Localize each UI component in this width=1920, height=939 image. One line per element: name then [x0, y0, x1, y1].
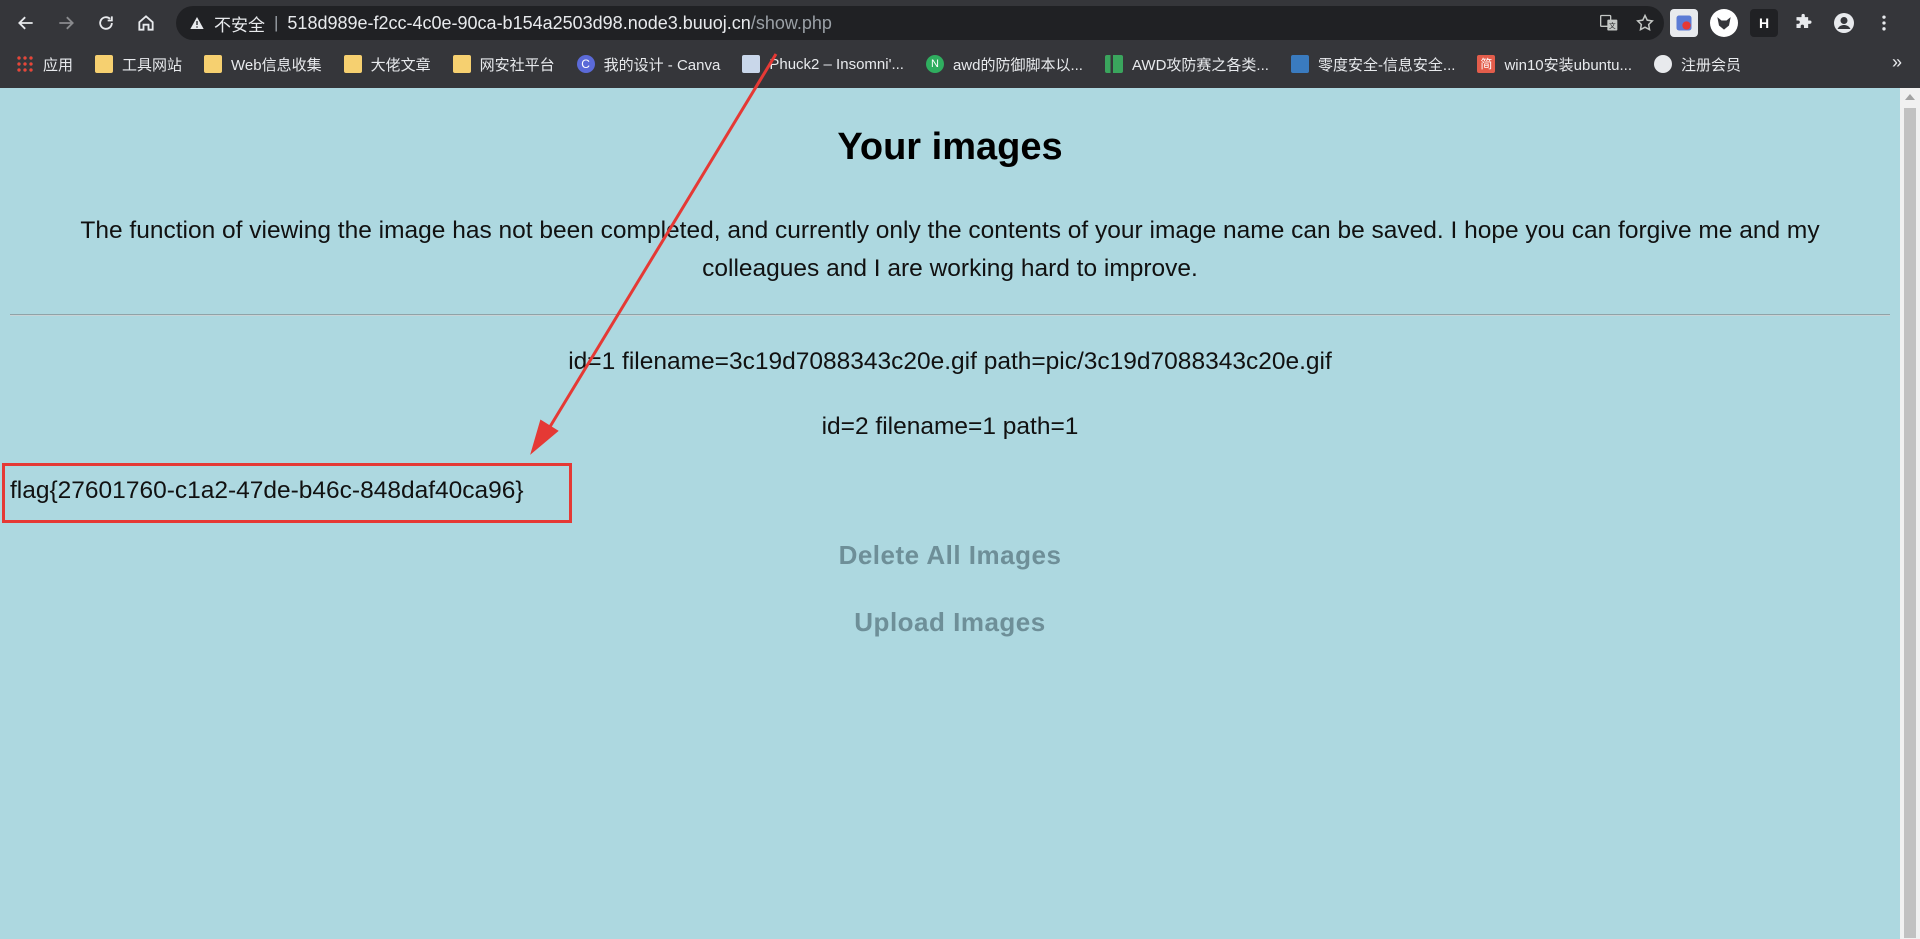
profile-icon[interactable] — [1830, 9, 1858, 37]
bookmark-label: 应用 — [43, 56, 74, 74]
bookmark-label: win10安装ubuntu... — [1504, 56, 1633, 74]
address-separator: | — [274, 13, 279, 32]
arrow-right-icon — [59, 16, 74, 30]
security-label[interactable]: 不安全 — [214, 11, 265, 36]
reload-icon — [99, 16, 113, 30]
page-content: Your images The function of viewing the … — [0, 88, 1900, 939]
page-scrollbar[interactable] — [1900, 88, 1920, 939]
bookmark-apps[interactable]: 应用 — [16, 54, 73, 75]
page-icon — [742, 55, 761, 73]
browser-chrome: 不安全 | 518d989e-f2cc-4c0e-90ca-b154a2503d… — [0, 0, 1920, 88]
bookmark-label: Phuck2 – Insomni'... — [769, 55, 904, 73]
address-actions: 文 — [1598, 6, 1656, 40]
home-icon — [138, 15, 154, 31]
arrow-left-icon — [18, 16, 33, 30]
shield-icon — [1290, 55, 1309, 73]
translate-icon[interactable]: 文 — [1598, 12, 1620, 34]
svg-text:文: 文 — [1609, 21, 1616, 30]
folder-icon — [343, 55, 362, 73]
puzzle-icon[interactable] — [1790, 9, 1818, 37]
bookmark-folder-web[interactable]: Web信息收集 — [204, 54, 322, 75]
reload-button[interactable] — [86, 3, 126, 43]
apps-icon — [16, 55, 34, 73]
forward-button[interactable] — [46, 3, 86, 43]
bookmark-label: 我的设计 - Canva — [603, 56, 721, 74]
fox-extension-icon[interactable] — [1710, 9, 1738, 37]
bookmark-folder-platform[interactable]: 网安社平台 — [452, 54, 555, 75]
bookmark-label: 大佬文章 — [370, 56, 431, 74]
bookmark-label: AWD攻防赛之各类... — [1131, 56, 1269, 74]
extensions-area: H — [1670, 6, 1898, 40]
url-path[interactable]: /show.php — [751, 13, 832, 34]
bookmark-label: Web信息收集 — [231, 56, 322, 74]
url-host[interactable]: 518d989e-f2cc-4c0e-90ca-b154a2503d98.nod… — [287, 13, 750, 34]
folder-icon — [95, 55, 114, 73]
extension-1-icon[interactable] — [1670, 9, 1698, 37]
page-title: Your images — [837, 126, 1063, 168]
bookmark-canva[interactable]: C 我的设计 - Canva — [576, 54, 721, 75]
globe-icon — [1654, 55, 1673, 73]
canva-icon: C — [576, 55, 595, 73]
bookmark-phuck2[interactable]: Phuck2 – Insomni'... — [742, 55, 904, 73]
image-row: id=2 filename=1 path=1 — [821, 413, 1079, 440]
page-description: The function of viewing the image has no… — [80, 217, 1820, 282]
image-row: id=1 filename=3c19d7088343c20e.gif path=… — [568, 348, 1332, 375]
menu-kebab-icon[interactable] — [1870, 9, 1898, 37]
bookmark-zero-security[interactable]: 零度安全-信息安全... — [1290, 54, 1456, 75]
chart-icon — [1104, 55, 1123, 73]
bookmark-folder-articles[interactable]: 大佬文章 — [343, 54, 431, 75]
jianshu-icon: 简 — [1477, 55, 1496, 73]
globe-icon: N — [925, 55, 944, 73]
folder-icon — [204, 55, 223, 73]
bookmark-awd-defense[interactable]: N awd的防御脚本以... — [925, 54, 1083, 75]
home-button[interactable] — [126, 3, 166, 43]
bookmark-label: 注册会员 — [1681, 56, 1742, 74]
upload-images-link[interactable]: Upload Images — [0, 607, 1900, 638]
star-icon[interactable] — [1634, 12, 1656, 34]
flag-text: flag{27601760-c1a2-47de-b46c-848daf40ca9… — [10, 477, 524, 504]
bookmark-awd-attack[interactable]: AWD攻防赛之各类... — [1104, 54, 1269, 75]
bookmark-label: 零度安全-信息安全... — [1317, 56, 1456, 74]
bookmark-label: 工具网站 — [122, 56, 183, 74]
address-bar[interactable]: 不安全 | 518d989e-f2cc-4c0e-90ca-b154a2503d… — [176, 6, 1664, 40]
browser-toolbar: 不安全 | 518d989e-f2cc-4c0e-90ca-b154a2503d… — [0, 0, 1920, 46]
bookmark-label: 网安社平台 — [479, 56, 555, 74]
warning-icon[interactable] — [188, 14, 206, 32]
bookmarks-bar: 应用 工具网站 Web信息收集 大佬文章 网安社平台 C 我的设计 - Canv… — [0, 46, 1920, 82]
h-extension-icon[interactable]: H — [1750, 9, 1778, 37]
scroll-up-arrow-icon[interactable] — [1905, 94, 1915, 100]
divider — [10, 314, 1890, 316]
bookmark-folder-tools[interactable]: 工具网站 — [95, 54, 182, 75]
folder-icon — [452, 55, 471, 73]
scroll-thumb[interactable] — [1904, 108, 1916, 938]
bookmark-win10-ubuntu[interactable]: 简 win10安装ubuntu... — [1477, 54, 1632, 75]
bookmarks-overflow-icon[interactable]: » — [1892, 52, 1902, 73]
bookmark-register[interactable]: 注册会员 — [1654, 54, 1741, 75]
back-button[interactable] — [6, 3, 46, 43]
delete-all-images-link[interactable]: Delete All Images — [0, 540, 1900, 571]
bookmark-label: awd的防御脚本以... — [952, 56, 1083, 74]
